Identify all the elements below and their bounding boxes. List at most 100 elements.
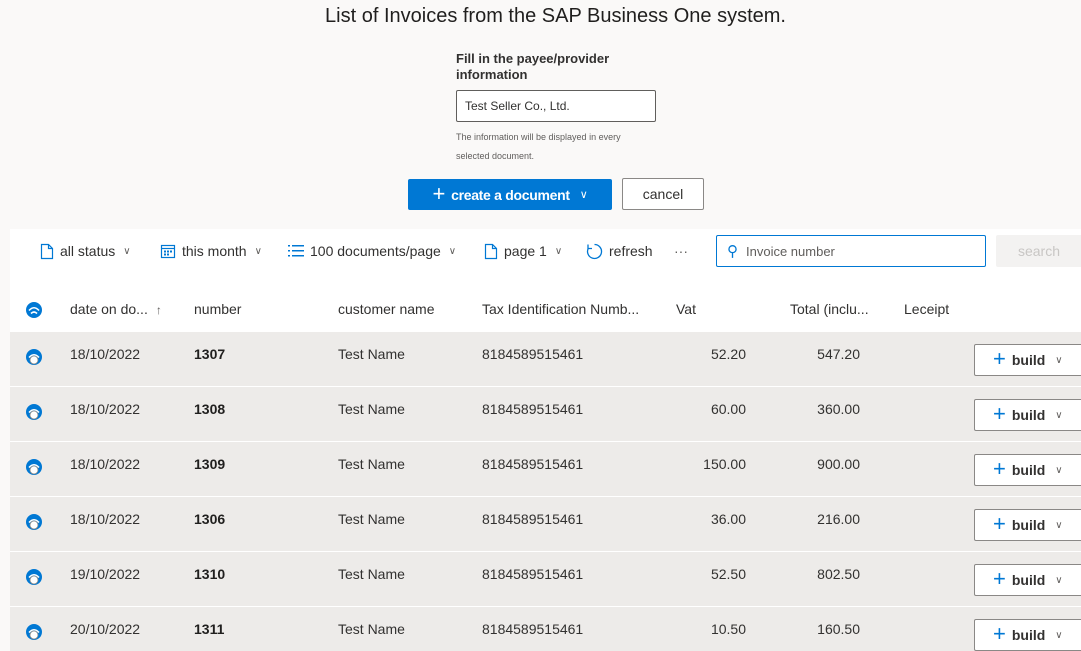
row-select-icon[interactable] xyxy=(25,348,43,366)
cell-tax-id: 8184589515461 xyxy=(482,401,584,417)
page-label: page 1 xyxy=(504,243,547,259)
row-select-icon[interactable] xyxy=(25,623,43,641)
refresh-label: refresh xyxy=(609,243,653,259)
row-select-icon[interactable] xyxy=(25,513,43,531)
payee-section: Fill in the payee/provider information T… xyxy=(456,51,666,166)
chevron-down-icon: ∨ xyxy=(1055,354,1063,366)
cell-tax-id: 8184589515461 xyxy=(482,346,584,362)
cell-vat: 36.00 xyxy=(710,511,746,527)
cell-date: 19/10/2022 xyxy=(70,566,141,582)
row-select-icon[interactable] xyxy=(25,403,43,421)
plus-icon: + xyxy=(993,346,1006,371)
cell-total: 360.00 xyxy=(817,401,860,417)
build-label: build xyxy=(1011,517,1046,533)
chevron-down-icon: ∨ xyxy=(554,245,563,257)
column-header-total[interactable]: Total (inclu... xyxy=(790,301,869,317)
cell-total: 900.00 xyxy=(817,456,860,472)
payee-label: Fill in the payee/provider information xyxy=(456,51,610,82)
column-header-receipt[interactable]: Leceipt xyxy=(904,301,949,317)
period-filter[interactable]: this month ∨ xyxy=(160,241,262,261)
search-icon: ⚲ xyxy=(727,243,738,260)
create-document-button[interactable]: + create a document ∨ xyxy=(408,179,612,210)
payee-help-text: The information will be displayed in eve… xyxy=(456,132,621,161)
cell-customer: Test Name xyxy=(338,621,405,637)
column-header-vat[interactable]: Vat xyxy=(676,301,696,317)
cell-number: 1310 xyxy=(194,566,226,582)
plus-icon: + xyxy=(993,401,1006,426)
table-row[interactable]: 18/10/2022 1307 Test Name 8184589515461 … xyxy=(10,332,1081,387)
cell-total: 216.00 xyxy=(817,511,860,527)
cell-number: 1307 xyxy=(194,346,226,362)
period-filter-label: this month xyxy=(182,243,247,259)
build-label: build xyxy=(1011,462,1046,478)
cell-vat: 10.50 xyxy=(710,621,746,637)
table-row[interactable]: 18/10/2022 1308 Test Name 8184589515461 … xyxy=(10,387,1081,442)
table-row[interactable]: 20/10/2022 1311 Test Name 8184589515461 … xyxy=(10,607,1081,651)
build-button[interactable]: + build ∨ xyxy=(974,509,1081,541)
plus-icon: + xyxy=(993,566,1006,591)
build-label: build xyxy=(1011,627,1046,643)
refresh-button[interactable]: refresh xyxy=(586,241,653,261)
cell-customer: Test Name xyxy=(338,346,405,362)
column-header-customer[interactable]: customer name xyxy=(338,301,434,317)
calendar-icon xyxy=(160,244,176,259)
payee-input[interactable] xyxy=(456,90,656,122)
build-button[interactable]: + build ∨ xyxy=(974,454,1081,486)
column-header-tax-id[interactable]: Tax Identification Numb... xyxy=(482,301,639,317)
chevron-down-icon: ∨ xyxy=(579,189,588,201)
chevron-down-icon: ∨ xyxy=(1055,464,1063,476)
cell-vat: 52.50 xyxy=(710,566,746,582)
build-button[interactable]: + build ∨ xyxy=(974,344,1081,376)
chevron-down-icon: ∨ xyxy=(1055,629,1063,641)
row-select-icon[interactable] xyxy=(25,458,43,476)
row-select-icon[interactable] xyxy=(25,568,43,586)
table-row[interactable]: 19/10/2022 1310 Test Name 8184589515461 … xyxy=(10,552,1081,607)
plus-icon: + xyxy=(993,621,1006,646)
table-row[interactable]: 18/10/2022 1309 Test Name 8184589515461 … xyxy=(10,442,1081,497)
more-options-button[interactable]: ··· xyxy=(674,241,688,261)
plus-icon: + xyxy=(432,180,446,206)
chevron-down-icon: ∨ xyxy=(448,245,457,257)
cell-date: 18/10/2022 xyxy=(70,401,141,417)
build-button[interactable]: + build ∨ xyxy=(974,619,1081,651)
column-header-date[interactable]: date on do... ↑ xyxy=(70,301,162,317)
cell-vat: 52.20 xyxy=(710,346,746,362)
cell-date: 20/10/2022 xyxy=(70,621,141,637)
page-size-label: 100 documents/page xyxy=(310,243,441,259)
cell-number: 1306 xyxy=(194,511,226,527)
cell-total: 547.20 xyxy=(817,346,860,362)
page-selector[interactable]: page 1 ∨ xyxy=(484,241,562,261)
cell-tax-id: 8184589515461 xyxy=(482,621,584,637)
cancel-button[interactable]: cancel xyxy=(622,178,704,210)
plus-icon: + xyxy=(993,456,1006,481)
column-header-number[interactable]: number xyxy=(194,301,241,317)
document-icon xyxy=(40,243,54,259)
cell-date: 18/10/2022 xyxy=(70,511,141,527)
document-icon xyxy=(484,243,498,259)
page-size-selector[interactable]: 100 documents/page ∨ xyxy=(288,241,456,261)
build-label: build xyxy=(1011,352,1046,368)
plus-icon: + xyxy=(993,511,1006,536)
build-button[interactable]: + build ∨ xyxy=(974,564,1081,596)
search-input[interactable] xyxy=(746,243,966,259)
refresh-icon xyxy=(586,243,603,259)
table-row[interactable]: 18/10/2022 1306 Test Name 8184589515461 … xyxy=(10,497,1081,552)
cell-customer: Test Name xyxy=(338,511,405,527)
build-button[interactable]: + build ∨ xyxy=(974,399,1081,431)
status-filter[interactable]: all status ∨ xyxy=(40,241,131,261)
cell-total: 160.50 xyxy=(817,621,860,637)
status-filter-label: all status xyxy=(60,243,116,259)
chevron-down-icon: ∨ xyxy=(123,245,131,257)
cell-vat: 150.00 xyxy=(703,456,746,472)
cell-number: 1309 xyxy=(194,456,226,472)
date-column-label: date on do... xyxy=(70,301,148,317)
cell-date: 18/10/2022 xyxy=(70,456,141,472)
search-box: ⚲ xyxy=(716,235,986,267)
command-bar: all status ∨ this month ∨ 100 documents/… xyxy=(10,229,1081,273)
sort-ascending-icon: ↑ xyxy=(155,303,162,317)
cell-tax-id: 8184589515461 xyxy=(482,566,584,582)
search-button[interactable]: search xyxy=(996,235,1081,267)
cell-tax-id: 8184589515461 xyxy=(482,511,584,527)
select-all-icon[interactable] xyxy=(25,301,43,319)
chevron-down-icon: ∨ xyxy=(1055,519,1063,531)
